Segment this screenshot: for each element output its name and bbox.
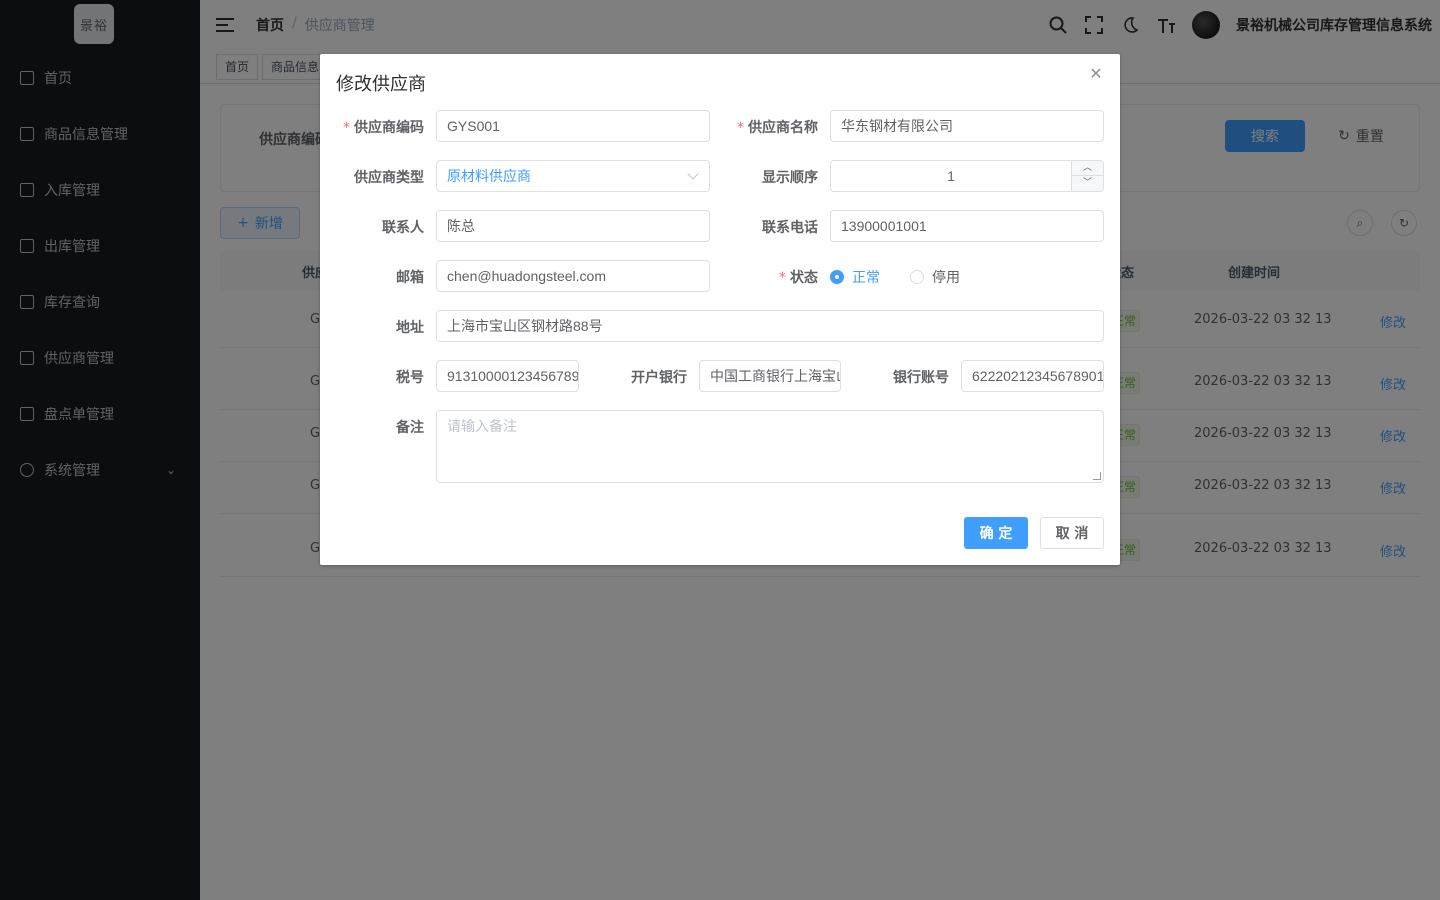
resize-handle-icon[interactable] <box>1093 472 1101 480</box>
account-label: 银行账号 <box>893 370 949 386</box>
radio-checked-icon <box>830 270 844 284</box>
remark-placeholder: 请输入备注 <box>447 418 517 434</box>
cancel-button[interactable]: 取 消 <box>1040 517 1104 549</box>
remark-textarea[interactable]: 请输入备注 <box>436 410 1104 483</box>
phone-input[interactable]: 13900001001 <box>830 210 1104 242</box>
email-label: 邮箱 <box>396 270 424 286</box>
decrease-icon[interactable]: ﹀ <box>1071 176 1103 191</box>
email-input[interactable]: chen@huadongsteel.com <box>436 260 710 292</box>
supplier-type-select[interactable]: 原材料供应商 <box>436 160 710 192</box>
edit-supplier-dialog: 修改供应商 ✕ * 供应商编码 GYS001 * 供应商名称 华东钢材有限公司 供应… <box>320 54 1120 565</box>
status-radio-disabled[interactable]: 停用 <box>910 267 960 287</box>
bank-label: 开户银行 <box>631 370 687 386</box>
phone-label: 联系电话 <box>762 220 818 236</box>
address-input[interactable]: 上海市宝山区钢材路88号 <box>436 310 1104 342</box>
bank-input[interactable]: 中国工商银行上海宝山支行 <box>699 360 841 392</box>
display-order-value[interactable]: 1 <box>831 161 1071 191</box>
supplier-code-input[interactable]: GYS001 <box>436 110 710 142</box>
confirm-button[interactable]: 确 定 <box>964 517 1028 549</box>
contact-input[interactable]: 陈总 <box>436 210 710 242</box>
address-label: 地址 <box>396 320 424 336</box>
radio-unchecked-icon <box>910 270 924 284</box>
status-label: * 状态 <box>779 270 818 286</box>
display-order-stepper[interactable]: 1 ︿ ﹀ <box>830 160 1104 192</box>
name-label: * 供应商名称 <box>737 120 818 136</box>
account-input[interactable]: 6222021234567890123 <box>961 360 1104 392</box>
remark-label: 备注 <box>396 420 424 436</box>
tax-label: 税号 <box>396 370 424 386</box>
contact-label: 联系人 <box>382 220 424 236</box>
status-radio-active[interactable]: 正常 <box>830 267 880 287</box>
chevron-down-icon <box>687 168 699 180</box>
code-label: * 供应商编码 <box>343 120 424 136</box>
tax-number-input[interactable]: 91310000123456789X <box>436 360 579 392</box>
dialog-title: 修改供应商 <box>336 74 426 95</box>
supplier-name-input[interactable]: 华东钢材有限公司 <box>830 110 1104 142</box>
close-icon[interactable]: ✕ <box>1088 66 1104 82</box>
order-label: 显示顺序 <box>762 170 818 186</box>
type-label: 供应商类型 <box>354 170 424 186</box>
increase-icon[interactable]: ︿ <box>1071 161 1103 176</box>
supplier-type-value: 原材料供应商 <box>447 168 531 184</box>
